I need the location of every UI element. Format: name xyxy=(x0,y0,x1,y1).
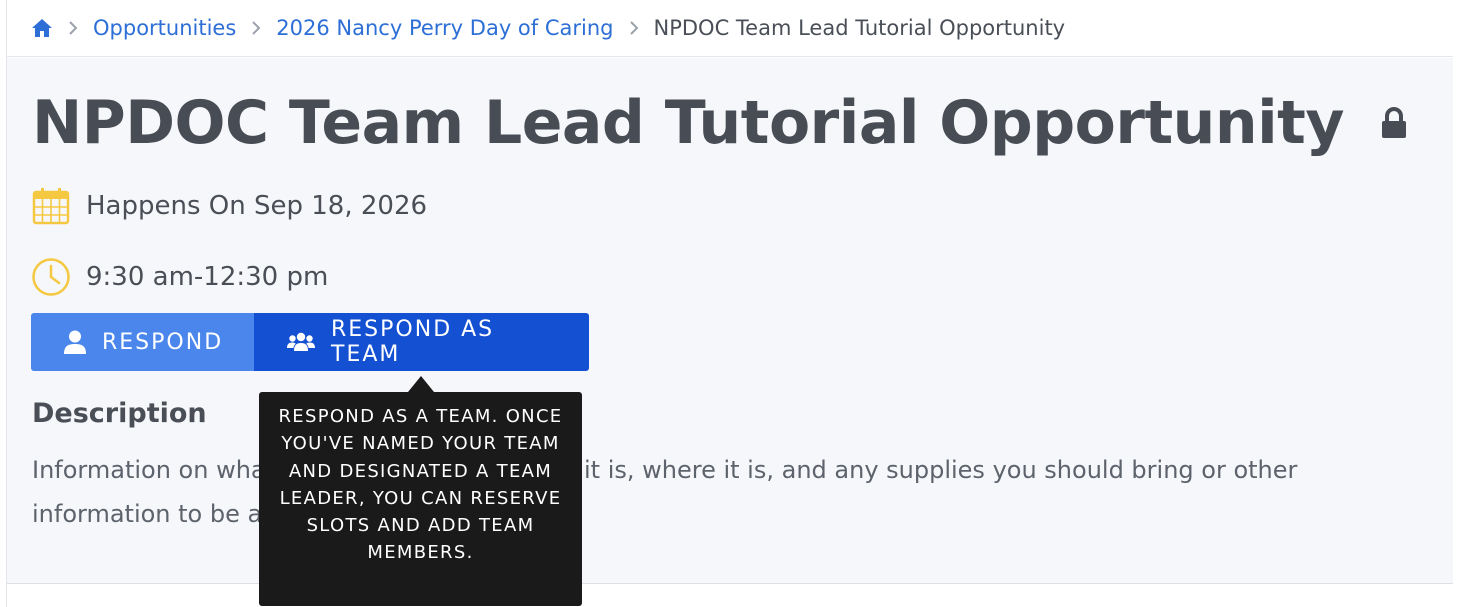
page-title-row: NPDOC Team Lead Tutorial Opportunity xyxy=(32,88,1408,158)
chevron-right-icon xyxy=(251,20,261,36)
respond-as-team-button-label: RESPOND AS TEAM xyxy=(331,317,495,367)
tooltip-arrow xyxy=(408,376,434,392)
users-icon xyxy=(287,332,315,352)
lock-icon xyxy=(1380,106,1408,140)
chevron-right-icon xyxy=(68,20,78,36)
breadcrumb-current: NPDOC Team Lead Tutorial Opportunity xyxy=(653,16,1066,40)
event-date: Happens On Sep 18, 2026 xyxy=(86,191,428,221)
date-row: Happens On Sep 18, 2026 xyxy=(30,185,427,227)
respond-as-team-tooltip: RESPOND AS A TEAM. ONCE YOU'VE NAMED YOU… xyxy=(259,392,582,606)
page-title: NPDOC Team Lead Tutorial Opportunity xyxy=(32,88,1344,158)
breadcrumb: Opportunities 2026 Nancy Perry Day of Ca… xyxy=(7,0,1453,57)
user-icon xyxy=(64,330,86,354)
calendar-icon xyxy=(30,185,72,227)
page-footer-area xyxy=(7,584,1453,607)
tooltip-text: RESPOND AS A TEAM. ONCE YOU'VE NAMED YOU… xyxy=(278,406,563,564)
chevron-right-icon xyxy=(629,20,639,36)
description-heading: Description xyxy=(32,398,207,429)
time-row: 9:30 am-12:30 pm xyxy=(30,256,328,298)
event-time: 9:30 am-12:30 pm xyxy=(86,262,329,292)
respond-button[interactable]: RESPOND xyxy=(31,313,254,371)
opportunity-detail: NPDOC Team Lead Tutorial Opportunity Hap… xyxy=(7,58,1453,583)
breadcrumb-opportunities-link[interactable]: Opportunities xyxy=(93,16,236,40)
breadcrumb-event-link[interactable]: 2026 Nancy Perry Day of Caring xyxy=(276,16,613,40)
respond-button-label: RESPOND xyxy=(102,329,224,355)
respond-as-team-button[interactable]: RESPOND AS TEAM xyxy=(254,313,589,371)
home-icon[interactable] xyxy=(31,17,53,39)
clock-icon xyxy=(30,256,72,298)
respond-button-group: RESPOND RESPOND AS TEAM xyxy=(31,313,589,371)
description-text: Information on what the opportunity is, … xyxy=(32,456,1298,528)
